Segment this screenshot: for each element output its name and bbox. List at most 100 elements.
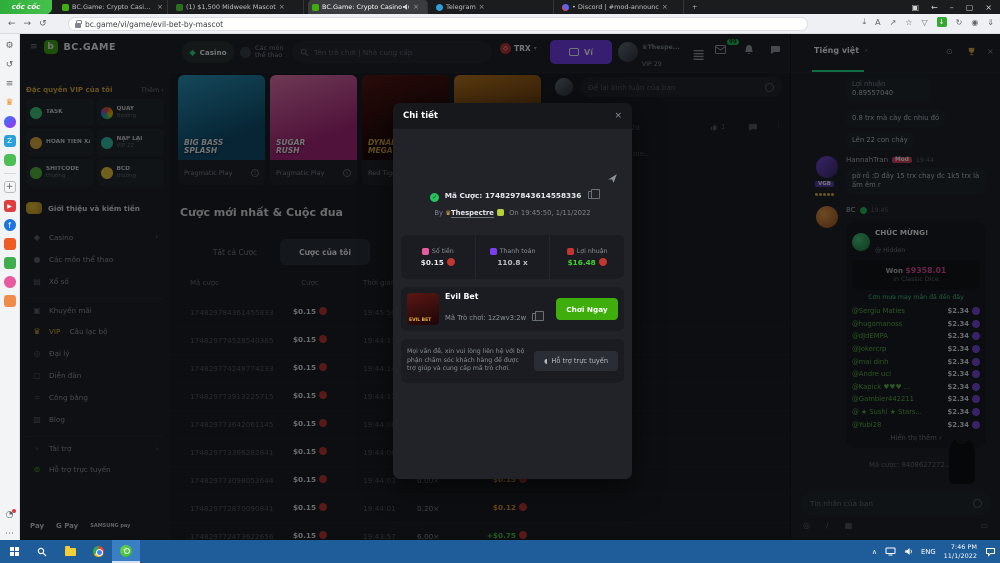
messenger-icon[interactable] [4,116,16,128]
add-shortcut-icon[interactable]: + [4,181,16,193]
stat-payout: Thanh toán 110.8 x [475,235,550,279]
bcgame-favicon [312,4,319,11]
sync-icon[interactable]: ↻ [956,18,963,27]
bet-author-row: By ♛Thespectre On 19:45:50, 1/11/2022 [393,209,632,217]
translate-icon[interactable]: A [875,18,880,27]
coccoc-taskbar-icon[interactable] [112,540,140,563]
browser-toolbar: ← → ↺ bc.game/vi/game/evil-bet-by-mascot… [0,14,1000,34]
forward-button[interactable]: → [24,19,32,29]
game-code: Mã Trò chơi: 1z2wv3:2w [445,314,539,322]
windows-taskbar: ∧ ENG 7:46 PM11/1/2022 [0,540,1000,563]
shop-icon[interactable] [4,257,16,269]
tab-close-icon[interactable]: × [279,3,285,11]
browser-tab-1[interactable]: BC.Game: Crypto Casino Gan × [58,0,168,14]
start-button[interactable] [0,540,28,563]
payout-icon [490,248,497,255]
facebook-icon[interactable]: f [4,219,16,231]
copy-icon[interactable] [588,191,595,199]
tab-close-icon[interactable]: × [662,3,668,11]
stat-amount: Số tiền $0.15 [401,235,475,279]
action-center-icon[interactable] [985,547,996,557]
bookmark-star-icon[interactable]: ☆ [905,18,912,27]
extension-download-icon[interactable]: ↓ [937,17,947,27]
bcgame-favicon [62,4,69,11]
share-icon[interactable] [607,173,618,184]
tab-close-icon[interactable]: × [157,3,163,11]
copy-icon[interactable] [532,313,539,321]
browser-tab-4[interactable]: Telegram × [432,0,554,14]
toolbar-icons: ⤓ A ↗ ☆ ▽ ↓ ↻ ◉ ⇓ [863,17,994,27]
play-now-button[interactable]: Chơi Ngay [556,298,618,320]
address-bar[interactable]: bc.game/vi/game/evil-bet-by-mascot [68,17,808,31]
browser-tab-3-active[interactable]: BC.Game: Crypto Casino × [308,0,428,14]
lock-icon[interactable] [75,23,81,28]
youtube-icon[interactable]: ▶ [4,200,16,212]
shopee-icon[interactable] [4,238,16,250]
new-tab-button[interactable]: + [688,0,704,14]
social-icon[interactable] [4,276,16,288]
network-icon[interactable] [885,547,896,556]
tab-close-icon[interactable]: × [479,3,485,11]
history-icon[interactable]: ↺ [4,59,16,71]
bet-author[interactable]: Thespectre [451,209,494,218]
screen: cốc cốc BC.Game: Crypto Casino Gan × (1)… [0,0,1000,563]
cart-icon[interactable] [4,295,16,307]
bet-stats: Số tiền $0.15 Thanh toán 110.8 x Lợi nhu… [401,235,624,279]
trx-coin-icon [447,258,455,266]
bcgame-site: ≡ b BC.GAME Đặc quyền VIP của tôi Thêm ›… [20,34,1000,540]
url-text: bc.game/vi/game/evil-bet-by-mascot [85,20,223,29]
online-support-button[interactable]: ◖ Hỗ trợ trực tuyến [534,351,618,371]
headset-icon: ◖ [544,357,547,365]
chrome-icon[interactable] [84,540,112,563]
verified-shield-icon: ✓ [430,193,439,202]
modal-header: Chi tiết × [393,103,632,129]
trx-coin-icon [599,258,607,266]
taskbar-clock[interactable]: 7:46 PM11/1/2022 [944,543,977,561]
game-name: Evil Bet [445,291,550,303]
zalo-icon[interactable]: Z [4,135,16,147]
telegram-favicon [436,4,443,11]
reload-button[interactable]: ↺ [39,19,47,29]
game-thumbnail[interactable]: EVIL BET [407,293,439,325]
profit-icon [567,248,574,255]
share-icon[interactable]: ↗ [890,18,897,27]
tab-close-icon[interactable]: × [413,3,419,11]
bcgame-favicon [176,4,183,11]
games-icon[interactable] [4,154,16,166]
tab-audio-icon[interactable] [402,3,410,11]
rail-more-icon[interactable]: ⋯ [4,528,16,540]
adblock-shield-icon[interactable]: ▽ [921,18,927,27]
vip-crown-icon[interactable]: ♛ [4,97,16,109]
close-button[interactable]: × [985,3,992,12]
browser-tabstrip: cốc cốc BC.Game: Crypto Casino Gan × (1)… [0,0,1000,14]
downloads-icon[interactable]: ⇓ [987,18,994,27]
maximize-button[interactable]: ▢ [966,3,974,12]
stat-profit: Lợi nhuận $16.48 [549,235,624,279]
bet-details-modal: Chi tiết × ✓ Mã Cược: 174829784361455833… [393,103,632,479]
bet-id-row: ✓ Mã Cược: 1748297843614558336 [393,191,632,202]
tray-expand-icon[interactable]: ∧ [872,548,877,556]
send-tab-icon[interactable]: ← [931,3,938,12]
modal-close-icon[interactable]: × [614,111,622,121]
language-indicator[interactable]: ENG [921,548,936,556]
profile-avatar-icon[interactable]: ◉ [971,18,978,27]
browser-tab-5[interactable]: • Discord | #mod-announc × [558,0,684,14]
window-controls: ▣ ← – ▢ × [911,0,1000,14]
save-page-icon[interactable]: ⤓ [863,17,867,27]
level-badge-icon [497,209,504,216]
file-explorer-icon[interactable] [56,540,84,563]
minimize-button[interactable]: – [950,3,954,12]
taskbar-search-icon[interactable] [28,540,56,563]
system-tray: ∧ ENG 7:46 PM11/1/2022 [872,540,996,563]
volume-icon[interactable] [904,547,913,556]
browser-tab-2[interactable]: (1) $1,500 Midweek Mascot × [172,0,304,14]
back-button[interactable]: ← [8,19,16,29]
notifications-bell-icon[interactable]: ◔ [4,509,16,521]
reading-list-icon[interactable]: ≡ [4,78,16,90]
modal-game-row: EVIL BET Evil Bet Mã Trò chơi: 1z2wv3:2w… [401,287,624,331]
pip-icon[interactable]: ▣ [911,3,919,12]
settings-gear-icon[interactable]: ⚙ [4,40,16,52]
modal-title: Chi tiết [403,111,438,121]
coccoc-side-rail: ⚙ ↺ ≡ ♛ Z + ▶ f ◔ ⋯ [0,34,20,540]
coccoc-logo[interactable]: cốc cốc [0,0,52,14]
